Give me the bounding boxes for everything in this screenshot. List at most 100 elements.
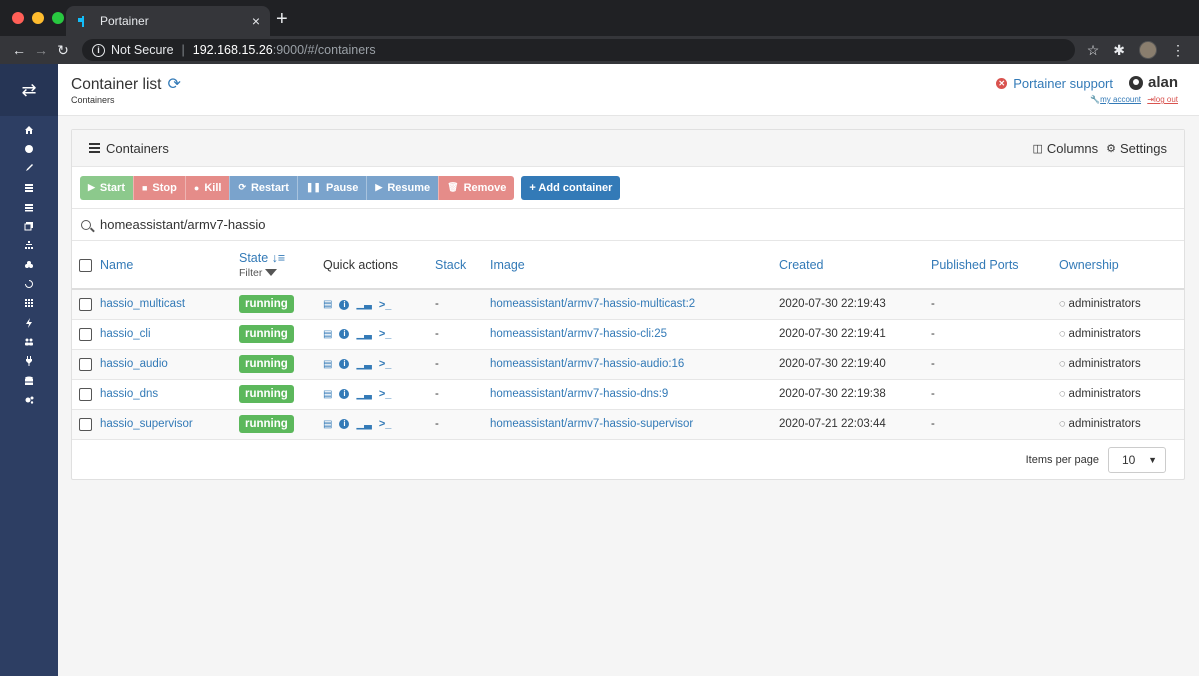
columns-button[interactable]: ◫ Columns — [1032, 141, 1098, 156]
filter-funnel-icon[interactable] — [265, 269, 278, 276]
username: alan — [1147, 74, 1178, 91]
inspect-info-icon[interactable]: i — [339, 359, 350, 370]
resume-button[interactable]: ▶ Resume — [366, 175, 439, 200]
sidebar-app-templates-icon[interactable] — [0, 159, 58, 178]
inspect-info-icon[interactable]: i — [339, 329, 350, 340]
console-terminal-icon[interactable]: >_ — [379, 388, 392, 400]
row-checkbox[interactable] — [79, 327, 92, 341]
column-header-stack[interactable]: Stack — [435, 241, 490, 289]
column-header-created[interactable]: Created — [779, 241, 931, 289]
sidebar-events-icon[interactable] — [0, 274, 58, 293]
info-icon[interactable]: i — [92, 43, 105, 57]
logs-file-icon[interactable]: ▤ — [323, 419, 332, 430]
sidebar-networks-icon[interactable] — [0, 236, 58, 255]
portainer-support-link[interactable]: ✕ Portainer support — [996, 76, 1113, 91]
sidebar-host-icon[interactable] — [0, 294, 58, 313]
browser-menu-icon[interactable]: ⋮ — [1171, 42, 1185, 59]
console-terminal-icon[interactable]: >_ — [379, 418, 392, 430]
profile-avatar[interactable] — [1139, 41, 1157, 59]
filter-label: Filter — [239, 266, 263, 279]
refresh-icon[interactable]: ⟳ — [167, 76, 180, 93]
container-name-link[interactable]: hassio_supervisor — [100, 418, 193, 430]
reload-icon[interactable]: ↻ — [52, 42, 74, 59]
minimize-window-button[interactable] — [32, 12, 44, 24]
sidebar-settings-icon[interactable] — [0, 390, 58, 409]
row-checkbox[interactable] — [79, 387, 92, 401]
row-checkbox[interactable] — [79, 417, 92, 431]
pause-button[interactable]: ❚❚ Pause — [296, 175, 367, 200]
stats-chart-icon[interactable]: ▁▃ — [356, 329, 371, 340]
console-terminal-icon[interactable]: >_ — [379, 328, 392, 340]
my-account-link[interactable]: my account — [1100, 95, 1141, 104]
sidebar-extensions-icon[interactable] — [0, 313, 58, 332]
items-per-page-select[interactable]: 10 ▼ — [1108, 446, 1166, 473]
container-name-link[interactable]: hassio_dns — [100, 388, 158, 400]
remove-button[interactable]: 🗑 Remove — [438, 175, 515, 200]
sidebar-registries-icon[interactable] — [0, 371, 58, 390]
settings-button[interactable]: ⚙ Settings — [1106, 141, 1167, 156]
stop-button[interactable]: ■ Stop — [132, 175, 185, 200]
column-header-name[interactable]: Name — [100, 241, 239, 289]
bookmark-star-icon[interactable]: ☆ — [1087, 42, 1100, 59]
stats-chart-icon[interactable]: ▁▃ — [356, 299, 371, 310]
log-out-link[interactable]: ⇥log out — [1147, 95, 1178, 104]
column-header-ownership[interactable]: Ownership — [1059, 241, 1184, 289]
logs-file-icon[interactable]: ▤ — [323, 359, 332, 370]
address-bar[interactable]: i Not Secure | 192.168.15.26:9000/#/cont… — [82, 39, 1075, 61]
sidebar-endpoints-icon[interactable] — [0, 352, 58, 371]
container-name-link[interactable]: hassio_audio — [100, 358, 168, 370]
close-window-button[interactable] — [12, 12, 24, 24]
add-container-button[interactable]: + Add container — [521, 175, 621, 200]
column-header-published-ports[interactable]: Published Ports — [931, 241, 1059, 289]
extensions-puzzle-icon[interactable]: ✱ — [1113, 42, 1125, 59]
stats-chart-icon[interactable]: ▁▃ — [356, 419, 371, 430]
logs-file-icon[interactable]: ▤ — [323, 299, 332, 310]
table-row: hassio_multicast running ▤ i ▁▃ >_ - homeas… — [72, 289, 1184, 319]
start-button[interactable]: ▶ Start — [80, 175, 133, 200]
kill-button[interactable]: ● Kill — [184, 175, 230, 200]
logs-file-icon[interactable]: ▤ — [323, 329, 332, 340]
browser-tab[interactable]: Portainer × — [66, 6, 270, 36]
maximize-window-button[interactable] — [52, 12, 64, 24]
inspect-info-icon[interactable]: i — [339, 419, 350, 430]
breadcrumb: Containers — [71, 95, 115, 105]
container-name-link[interactable]: hassio_cli — [100, 328, 151, 340]
sidebar-home-icon[interactable] — [0, 120, 58, 139]
sidebar-containers-icon[interactable] — [0, 197, 58, 216]
stats-chart-icon[interactable]: ▁▃ — [356, 359, 371, 370]
sort-icon[interactable]: ↓≡ — [272, 251, 286, 265]
column-header-image[interactable]: Image — [490, 241, 779, 289]
console-terminal-icon[interactable]: >_ — [379, 358, 392, 370]
search-input[interactable] — [100, 217, 500, 232]
restart-button[interactable]: ⟳ Restart — [229, 175, 297, 200]
row-checkbox[interactable] — [79, 357, 92, 371]
state-sort-link[interactable]: State — [239, 251, 268, 265]
console-terminal-icon[interactable]: >_ — [379, 299, 392, 311]
back-arrow-icon[interactable]: ← — [8, 42, 30, 58]
list-icon — [89, 141, 100, 155]
column-header-state: State ↓≡ Filter — [239, 241, 323, 289]
sidebar-dashboard-icon[interactable] — [0, 139, 58, 158]
logs-file-icon[interactable]: ▤ — [323, 389, 332, 400]
image-link[interactable]: homeassistant/armv7-hassio-cli:25 — [490, 328, 667, 340]
pagination-footer: Items per page 10 ▼ — [72, 440, 1184, 480]
row-checkbox[interactable] — [79, 297, 92, 311]
image-link[interactable]: homeassistant/armv7-hassio-audio:16 — [490, 358, 684, 370]
sidebar-images-icon[interactable] — [0, 216, 58, 235]
sidebar-users-icon[interactable] — [0, 332, 58, 351]
forward-arrow-icon[interactable]: → — [30, 42, 52, 58]
image-link[interactable]: homeassistant/armv7-hassio-dns:9 — [490, 388, 668, 400]
log-out-label: log out — [1153, 95, 1178, 104]
sidebar-volumes-icon[interactable] — [0, 255, 58, 274]
container-name-link[interactable]: hassio_multicast — [100, 298, 185, 310]
new-tab-button[interactable]: + — [276, 9, 288, 29]
image-link[interactable]: homeassistant/armv7-hassio-supervisor — [490, 418, 693, 430]
inspect-info-icon[interactable]: i — [339, 389, 350, 400]
image-link[interactable]: homeassistant/armv7-hassio-multicast:2 — [490, 298, 695, 310]
inspect-info-icon[interactable]: i — [339, 299, 350, 310]
select-all-checkbox[interactable] — [79, 258, 92, 272]
sidebar-toggle-icon[interactable]: ⇄ — [0, 64, 58, 116]
tab-close-icon[interactable]: × — [252, 13, 260, 29]
stats-chart-icon[interactable]: ▁▃ — [356, 389, 371, 400]
sidebar-stacks-icon[interactable] — [0, 178, 58, 197]
